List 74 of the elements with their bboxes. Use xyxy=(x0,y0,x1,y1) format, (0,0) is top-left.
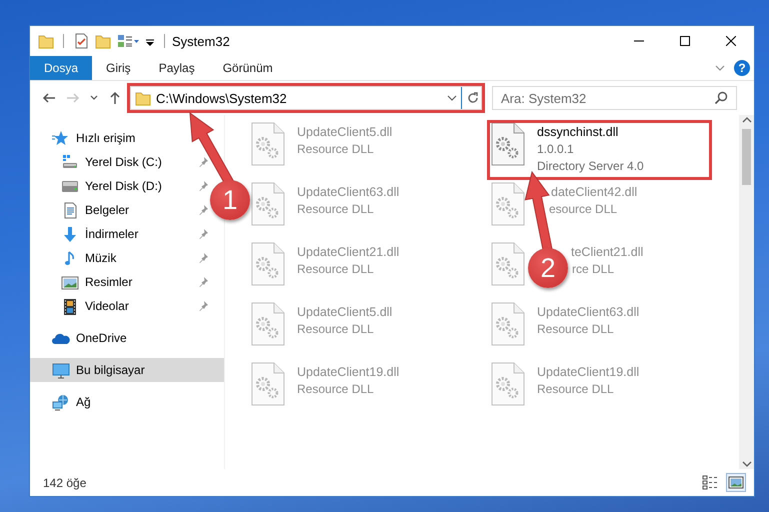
file-detail: Resource DLL xyxy=(537,321,614,338)
ribbon-tab[interactable]: Paylaş xyxy=(144,56,209,80)
file-detail: Resource DLL xyxy=(297,261,374,278)
folder-icon xyxy=(135,90,151,106)
help-button[interactable]: ? xyxy=(734,60,750,76)
item-count: 142 öğe xyxy=(43,476,86,490)
drive-icon xyxy=(61,154,79,170)
file-detail: Resource DLL xyxy=(297,201,374,218)
maximize-icon xyxy=(680,36,690,46)
file-detail: rce DLL xyxy=(572,261,614,278)
address-bar[interactable]: C:\Windows\System32 xyxy=(130,86,482,110)
gears-file-icon[interactable] xyxy=(491,242,525,286)
sidebar-item[interactable]: Ağ xyxy=(76,395,91,409)
star-icon xyxy=(52,130,70,146)
view-icon[interactable] xyxy=(117,33,139,49)
sidebar-item[interactable]: Belgeler xyxy=(85,203,130,217)
pin-icon[interactable] xyxy=(199,156,210,168)
picture-icon xyxy=(61,274,79,290)
down-arrow-icon xyxy=(61,226,79,242)
gears-file-icon[interactable] xyxy=(491,122,525,166)
pin-icon[interactable] xyxy=(199,252,210,264)
folder-icon[interactable] xyxy=(38,33,54,49)
file-detail: esource DLL xyxy=(549,201,618,218)
file-name[interactable]: dssynchinst.dll xyxy=(537,124,618,141)
sidebar-item[interactable]: OneDrive xyxy=(76,331,127,345)
sidebar-item[interactable]: Resimler xyxy=(85,275,132,289)
gears-file-icon[interactable] xyxy=(251,242,285,286)
file-detail: Resource DLL xyxy=(297,321,374,338)
ribbon-tab[interactable]: Giriş xyxy=(92,56,145,80)
new-folder-icon[interactable] xyxy=(95,33,111,49)
minimize-icon xyxy=(634,40,644,42)
properties-icon[interactable] xyxy=(73,33,89,49)
sidebar-item[interactable]: Yerel Disk (C:) xyxy=(85,155,162,169)
ribbon-tab[interactable]: Dosya xyxy=(30,56,92,80)
scrollbar-thumb[interactable] xyxy=(742,129,751,185)
file-detail: Resource DLL xyxy=(297,381,374,398)
sidebar-item[interactable]: İndirmeler xyxy=(85,227,138,241)
gears-file-icon[interactable] xyxy=(251,182,285,226)
gears-file-icon[interactable] xyxy=(251,362,285,406)
pin-icon[interactable] xyxy=(199,204,210,216)
pin-icon[interactable] xyxy=(199,180,210,192)
file-detail: 1.0.0.1 xyxy=(537,141,574,158)
gears-file-icon[interactable] xyxy=(491,362,525,406)
network-icon xyxy=(52,394,70,410)
details-view-button[interactable] xyxy=(700,473,720,492)
file-detail: Directory Server 4.0 xyxy=(537,158,644,175)
gears-file-icon[interactable] xyxy=(251,302,285,346)
pin-icon[interactable] xyxy=(199,276,210,288)
pin-icon[interactable] xyxy=(199,300,210,312)
pin-icon[interactable] xyxy=(199,228,210,240)
large-icons-view-button[interactable] xyxy=(726,473,746,492)
search-field[interactable]: Ara: System32 xyxy=(492,86,737,110)
close-icon xyxy=(726,36,736,46)
film-icon xyxy=(61,298,79,314)
picture-icon xyxy=(728,475,744,490)
window-title: System32 xyxy=(172,34,230,48)
scroll-up-icon[interactable] xyxy=(742,115,752,125)
sidebar-item[interactable]: Bu bilgisayar xyxy=(30,358,224,382)
sidebar-item[interactable]: Videolar xyxy=(85,299,129,313)
scroll-down-icon[interactable] xyxy=(742,459,752,469)
list-icon xyxy=(702,475,718,490)
file-detail: Resource DLL xyxy=(537,381,614,398)
monitor-icon xyxy=(52,362,70,378)
scrollbar[interactable] xyxy=(739,115,754,469)
sidebar-item[interactable]: Yerel Disk (D:) xyxy=(85,179,162,193)
address-path: C:\Windows\System32 xyxy=(156,90,287,106)
sidebar-item[interactable]: Müzik xyxy=(85,251,116,265)
gears-file-icon[interactable] xyxy=(491,182,525,226)
ribbon-tab[interactable]: Görünüm xyxy=(208,56,287,80)
gears-file-icon[interactable] xyxy=(251,122,285,166)
sidebar-item[interactable]: Hızlı erişim xyxy=(76,131,136,145)
file-detail: Resource DLL xyxy=(297,141,374,158)
gears-file-icon[interactable] xyxy=(491,302,525,346)
search-icon[interactable] xyxy=(714,91,728,105)
